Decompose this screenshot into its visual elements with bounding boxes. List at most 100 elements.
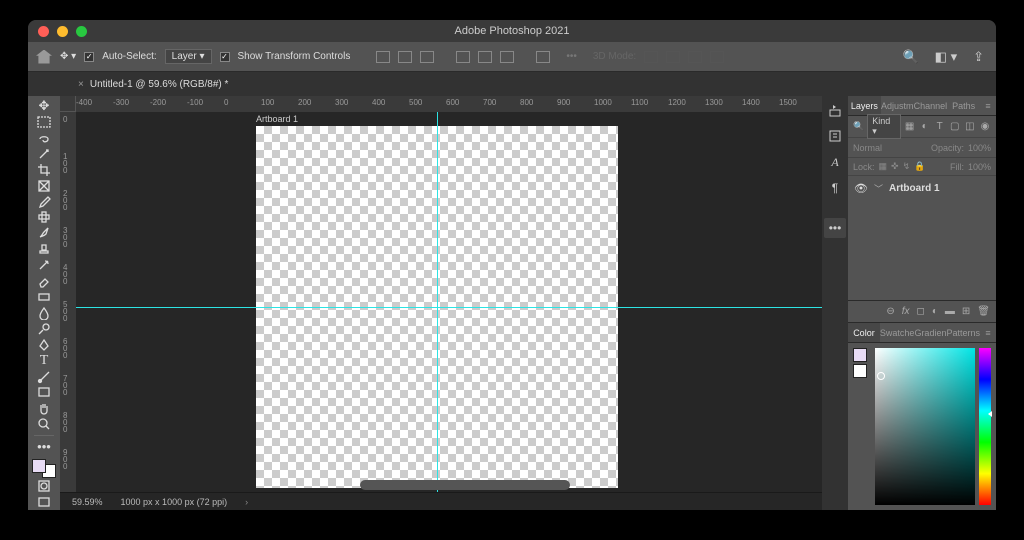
wand-tool[interactable] xyxy=(30,146,58,162)
more-tools-icon[interactable]: ••• xyxy=(30,439,58,455)
lock-position-icon[interactable]: ✜ xyxy=(891,161,899,172)
lock-all-icon[interactable]: 🔒 xyxy=(914,161,925,172)
path-tool[interactable] xyxy=(30,369,58,385)
horizontal-scrollbar[interactable] xyxy=(360,480,570,490)
auto-select-target[interactable]: Layer ▾ xyxy=(165,49,212,64)
crop-tool[interactable] xyxy=(30,162,58,178)
panel-menu-icon[interactable]: ≡ xyxy=(980,323,996,342)
align-center-h-icon[interactable] xyxy=(398,51,412,63)
visibility-icon[interactable]: 👁 xyxy=(854,182,868,195)
zoom-level[interactable]: 59.59% xyxy=(72,497,103,507)
quickmask-tool[interactable] xyxy=(30,478,58,494)
distribute-icon[interactable] xyxy=(536,51,550,63)
healing-tool[interactable] xyxy=(30,209,58,225)
eyedropper-tool[interactable] xyxy=(30,194,58,210)
filter-adjust-icon[interactable]: ◐ xyxy=(919,120,931,133)
shape-tool[interactable] xyxy=(30,385,58,401)
dodge-tool[interactable] xyxy=(30,321,58,337)
panel-tab-patterns[interactable]: Patterns xyxy=(946,323,980,342)
filter-shape-icon[interactable]: ▢ xyxy=(949,120,961,133)
layer-row-artboard[interactable]: 👁 ﹀ Artboard 1 xyxy=(848,176,996,200)
align-right-icon[interactable] xyxy=(420,51,434,63)
fill-value[interactable]: 100% xyxy=(968,162,991,172)
saturation-brightness-field[interactable] xyxy=(875,348,975,505)
filter-pixel-icon[interactable]: ▦ xyxy=(904,120,916,133)
color-picker[interactable] xyxy=(848,343,996,510)
show-transform-checkbox[interactable]: ✓ xyxy=(220,52,230,62)
move-tool-icon[interactable]: ✥ ▾ xyxy=(60,51,76,62)
canvas-viewport[interactable]: Artboard 1 xyxy=(76,112,822,492)
rail-character-icon[interactable]: A xyxy=(825,152,845,172)
brush-tool[interactable] xyxy=(30,225,58,241)
type-tool[interactable]: T xyxy=(30,353,58,369)
hue-cursor[interactable] xyxy=(988,411,992,417)
pen-tool[interactable] xyxy=(30,337,58,353)
more-options[interactable]: ••• xyxy=(566,51,577,62)
guide-vertical[interactable] xyxy=(437,112,438,492)
lock-nested-icon[interactable]: ↯ xyxy=(903,161,911,172)
frame-tool[interactable] xyxy=(30,178,58,194)
opacity-value[interactable]: 100% xyxy=(968,143,991,153)
ruler-vertical[interactable]: 01 0 02 0 03 0 04 0 05 0 06 0 07 0 08 0 … xyxy=(60,112,76,492)
color-cursor[interactable] xyxy=(877,372,885,380)
align-left-icon[interactable] xyxy=(376,51,390,63)
hue-slider[interactable] xyxy=(979,348,991,505)
status-menu-icon[interactable]: › xyxy=(245,497,248,507)
panel-menu-icon[interactable]: ≡ xyxy=(980,96,996,115)
panel-tab-channel[interactable]: Channel xyxy=(914,96,948,115)
layer-fx-icon[interactable]: fx xyxy=(902,306,910,317)
screenmode-tool[interactable] xyxy=(30,494,58,510)
close-tab-icon[interactable]: × xyxy=(78,79,84,90)
panel-tab-swatche[interactable]: Swatche xyxy=(880,323,915,342)
search-icon[interactable]: 🔍 xyxy=(898,49,922,65)
minimize-window-button[interactable] xyxy=(57,26,68,37)
filter-type-icon[interactable]: T xyxy=(934,120,946,133)
guide-horizontal[interactable] xyxy=(76,307,822,308)
align-top-icon[interactable] xyxy=(456,51,470,63)
close-window-button[interactable] xyxy=(38,26,49,37)
rail-more-icon[interactable]: ••• xyxy=(824,218,846,238)
layer-mask-icon[interactable]: ◻ xyxy=(917,306,925,317)
color-swatches[interactable] xyxy=(32,459,56,478)
rail-paragraph-icon[interactable]: ¶ xyxy=(825,178,845,198)
foreground-color[interactable] xyxy=(32,459,46,473)
home-icon[interactable] xyxy=(36,50,52,64)
move-tool[interactable]: ✥ xyxy=(30,98,58,114)
hand-tool[interactable] xyxy=(30,400,58,416)
auto-select-checkbox[interactable]: ✓ xyxy=(84,52,94,62)
zoom-tool[interactable] xyxy=(30,416,58,432)
picker-background-swatch[interactable] xyxy=(853,364,867,378)
maximize-window-button[interactable] xyxy=(76,26,87,37)
doc-dimensions[interactable]: 1000 px x 1000 px (72 ppi) xyxy=(121,497,228,507)
adjustment-layer-icon[interactable]: ◐ xyxy=(932,306,938,317)
artboard-label[interactable]: Artboard 1 xyxy=(256,114,298,124)
filter-kind-select[interactable]: Kind ▾ xyxy=(867,114,900,139)
new-layer-icon[interactable]: ⊞ xyxy=(962,306,970,317)
workspace-icon[interactable]: ◧ ▾ xyxy=(931,49,961,65)
align-center-v-icon[interactable] xyxy=(478,51,492,63)
filter-smart-icon[interactable]: ◫ xyxy=(964,120,976,133)
delete-layer-icon[interactable]: 🗑 xyxy=(977,306,990,317)
share-icon[interactable]: ⇪ xyxy=(969,49,988,65)
blend-mode-select[interactable]: Normal xyxy=(853,143,882,153)
layer-name[interactable]: Artboard 1 xyxy=(889,183,940,194)
panel-tab-layers[interactable]: Layers xyxy=(848,96,881,115)
ruler-origin[interactable] xyxy=(60,96,76,112)
align-bottom-icon[interactable] xyxy=(500,51,514,63)
document-tab[interactable]: × Untitled-1 @ 59.6% (RGB/8#) * xyxy=(68,75,238,94)
panel-tab-adjustm[interactable]: Adjustm xyxy=(881,96,914,115)
panel-tab-paths[interactable]: Paths xyxy=(947,96,980,115)
group-icon[interactable]: ▬ xyxy=(945,306,955,317)
panel-tab-color[interactable]: Color xyxy=(848,323,880,342)
history-brush-tool[interactable] xyxy=(30,257,58,273)
panel-tab-gradien[interactable]: Gradien xyxy=(914,323,946,342)
filter-toggle-icon[interactable]: ◉ xyxy=(979,120,991,133)
rail-properties-icon[interactable] xyxy=(825,126,845,146)
expand-icon[interactable]: ﹀ xyxy=(874,182,883,195)
ruler-horizontal[interactable]: -400-300-200-100010020030040050060070080… xyxy=(76,96,822,112)
link-layers-icon[interactable]: ⊖ xyxy=(886,306,894,317)
marquee-tool[interactable] xyxy=(30,114,58,130)
lock-pixels-icon[interactable]: ▦ xyxy=(879,161,888,172)
stamp-tool[interactable] xyxy=(30,241,58,257)
eraser-tool[interactable] xyxy=(30,273,58,289)
